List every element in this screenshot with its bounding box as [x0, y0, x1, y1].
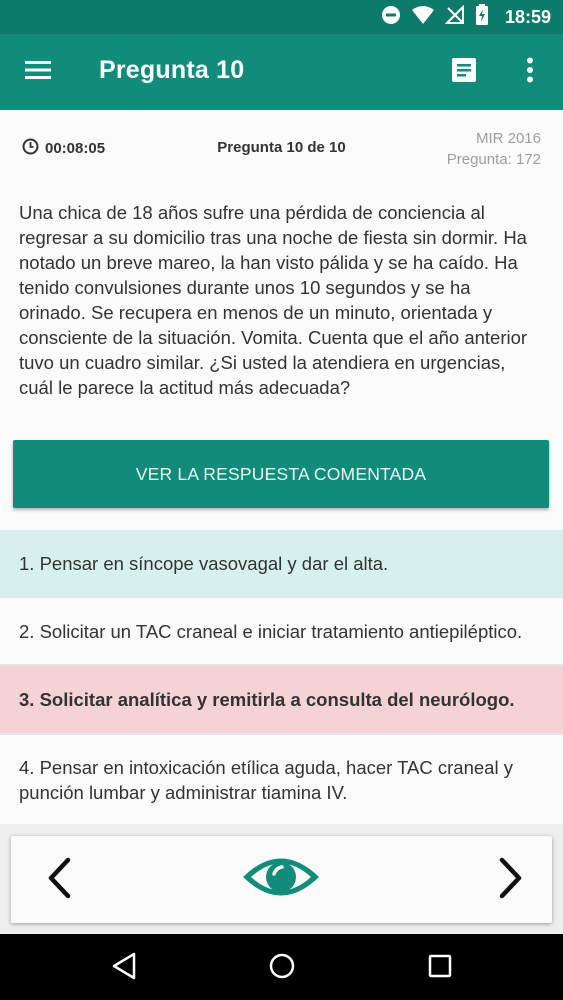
home-icon — [268, 952, 296, 985]
previous-question-button[interactable] — [33, 854, 85, 906]
more-vert-icon — [526, 57, 534, 88]
options-list: 1. Pensar en síncope vasovagal y dar el … — [0, 530, 563, 826]
menu-button[interactable] — [18, 52, 58, 92]
page-title: Pregunta 10 — [99, 56, 245, 84]
bottom-navigation — [11, 836, 552, 923]
option-text: 3. Solicitar analítica y remitirla a con… — [19, 689, 515, 710]
do-not-disturb-icon — [381, 5, 401, 30]
option-text: 1. Pensar en síncope vasovagal y dar el … — [19, 552, 389, 574]
question-text: Una chica de 18 años sufre una pérdida d… — [19, 202, 528, 398]
option-1[interactable]: 1. Pensar en síncope vasovagal y dar el … — [0, 530, 563, 598]
app-bar: Pregunta 10 — [0, 34, 563, 110]
view-commented-answer-button[interactable]: VER LA RESPUESTA COMENTADA — [13, 440, 549, 508]
question-meta: 00:08:05 Pregunta 10 de 10 MIR 2016 Preg… — [0, 110, 563, 180]
status-bar: 18:59 — [0, 0, 563, 34]
wifi-icon — [411, 5, 435, 30]
recents-button[interactable] — [420, 948, 460, 988]
question-content: 00:08:05 Pregunta 10 de 10 MIR 2016 Preg… — [0, 110, 563, 826]
recents-icon — [427, 953, 453, 984]
exam-question-number: Pregunta: 172 — [446, 151, 541, 168]
notes-button[interactable] — [444, 52, 484, 92]
system-navigation-bar — [0, 934, 563, 1000]
menu-icon — [24, 60, 52, 85]
question-source: MIR 2016 Pregunta: 172 — [447, 128, 541, 170]
chevron-left-icon — [46, 857, 72, 904]
status-time: 18:59 — [504, 6, 551, 27]
option-text: 4. Pensar en intoxicación etílica aguda,… — [19, 756, 513, 803]
next-question-button[interactable] — [485, 854, 537, 906]
chevron-right-icon — [498, 857, 524, 904]
notes-icon — [451, 57, 477, 88]
home-button[interactable] — [262, 948, 302, 988]
status-icons: 18:59 — [381, 0, 551, 34]
option-2[interactable]: 2. Solicitar un TAC craneal e iniciar tr… — [0, 598, 563, 666]
eye-icon — [241, 852, 321, 907]
back-icon — [111, 952, 137, 985]
battery-charging-icon — [475, 3, 489, 31]
show-answer-button[interactable] — [239, 850, 323, 908]
exam-name: MIR 2016 — [475, 130, 541, 147]
option-3[interactable]: 3. Solicitar analítica y remitirla a con… — [0, 666, 563, 735]
no-signal-icon — [444, 4, 465, 30]
more-options-button[interactable] — [510, 52, 550, 92]
option-text: 2. Solicitar un TAC craneal e iniciar tr… — [19, 620, 523, 642]
option-4[interactable]: 4. Pensar en intoxicación etílica aguda,… — [0, 735, 563, 826]
back-button[interactable] — [104, 948, 144, 988]
